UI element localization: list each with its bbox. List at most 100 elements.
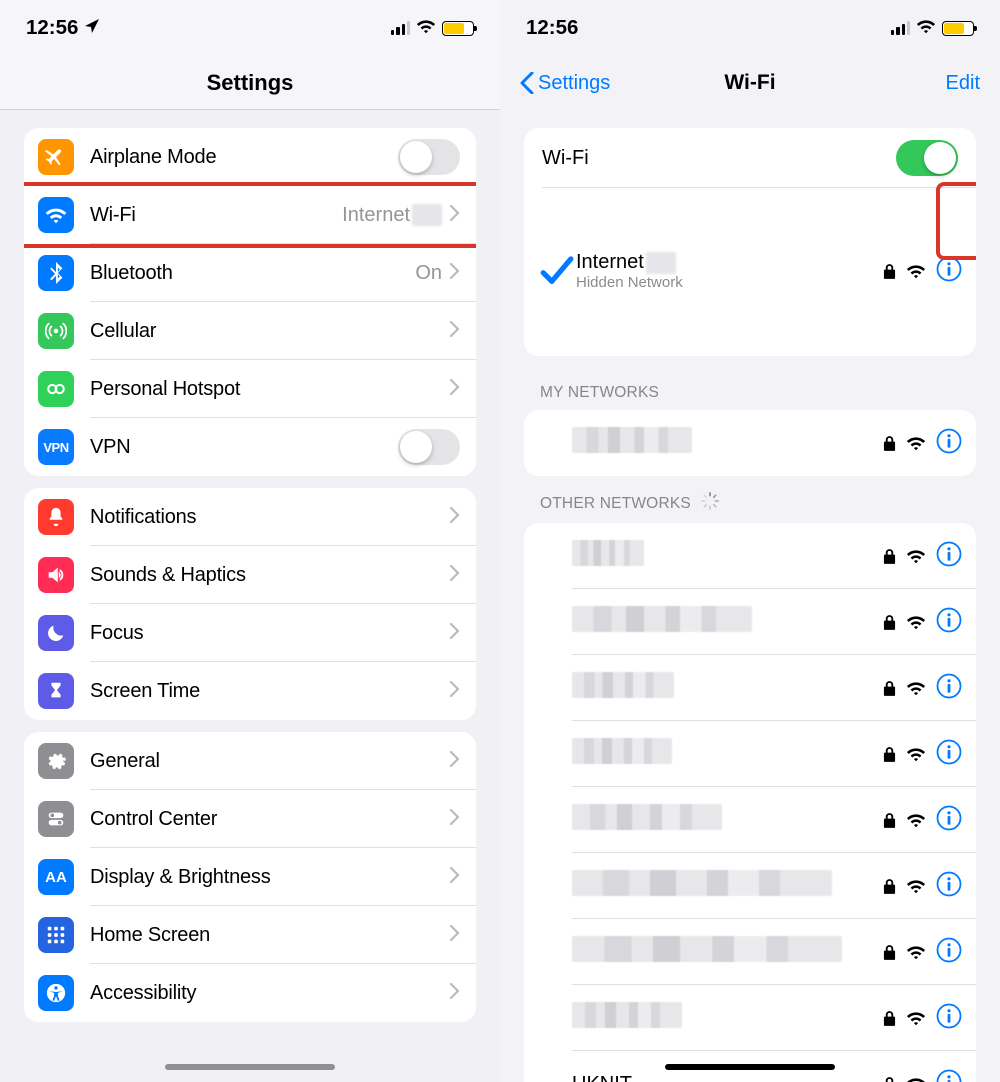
- info-button[interactable]: [936, 871, 962, 902]
- chevron-right-icon: [450, 321, 460, 342]
- network-row[interactable]: [524, 655, 976, 721]
- toggle[interactable]: [398, 139, 460, 175]
- settings-row-home-screen[interactable]: Home Screen: [24, 906, 476, 964]
- network-row[interactable]: [524, 919, 976, 985]
- row-value: Internet: [342, 204, 442, 227]
- wifi-toggle[interactable]: [896, 140, 958, 176]
- settings-row-cellular[interactable]: Cellular: [24, 302, 476, 360]
- bluetooth-icon: [38, 255, 74, 291]
- wifi-signal-icon: [906, 944, 926, 960]
- wifi-status-icon: [416, 16, 436, 40]
- settings-row-vpn[interactable]: VPNVPN: [24, 418, 476, 476]
- lock-icon: [883, 746, 896, 763]
- my-networks-list: [524, 410, 976, 476]
- settings-screen: 12:56 Settings Airplane ModeWi-FiInterne…: [0, 0, 500, 1082]
- chevron-right-icon: [450, 507, 460, 528]
- chevron-right-icon: [450, 205, 460, 226]
- chevron-right-icon: [450, 623, 460, 644]
- settings-row-notifications[interactable]: Notifications: [24, 488, 476, 546]
- wifi-toggle-row[interactable]: Wi-Fi: [524, 128, 976, 188]
- info-button[interactable]: [936, 739, 962, 770]
- settings-row-focus[interactable]: Focus: [24, 604, 476, 662]
- highlight-info-button: [936, 182, 976, 260]
- bell-icon: [38, 499, 74, 535]
- hourglass-icon: [38, 673, 74, 709]
- connected-network-text: Internet Hidden Network: [576, 250, 883, 292]
- edit-button[interactable]: Edit: [946, 72, 980, 95]
- battery-icon: [942, 21, 974, 36]
- row-value: On: [415, 262, 442, 285]
- network-row[interactable]: [524, 721, 976, 787]
- chevron-right-icon: [450, 925, 460, 946]
- info-button[interactable]: [936, 1003, 962, 1034]
- network-row[interactable]: [524, 523, 976, 589]
- vpn-icon: VPN: [38, 429, 74, 465]
- network-row[interactable]: [524, 853, 976, 919]
- row-label: Airplane Mode: [90, 146, 398, 169]
- connected-network-row[interactable]: Internet Hidden Network: [524, 188, 976, 356]
- info-button[interactable]: [936, 937, 962, 968]
- back-button[interactable]: Settings: [520, 72, 610, 95]
- wifi-status-icon: [916, 16, 936, 40]
- chevron-left-icon: [520, 72, 534, 94]
- network-row[interactable]: [524, 589, 976, 655]
- settings-row-airplane-mode[interactable]: Airplane Mode: [24, 128, 476, 186]
- settings-group-general: General Control CenterAADisplay & Brightn…: [24, 732, 476, 1022]
- home-indicator[interactable]: [665, 1064, 835, 1070]
- settings-row-screen-time[interactable]: Screen Time: [24, 662, 476, 720]
- network-row[interactable]: [524, 787, 976, 853]
- status-bar: 12:56: [500, 0, 1000, 56]
- row-label: Personal Hotspot: [90, 378, 450, 401]
- status-bar: 12:56: [0, 0, 500, 56]
- settings-row-personal-hotspot[interactable]: Personal Hotspot: [24, 360, 476, 418]
- cellular-icon: [38, 313, 74, 349]
- row-label: General: [90, 750, 450, 773]
- network-row[interactable]: [524, 985, 976, 1051]
- home-indicator[interactable]: [165, 1064, 335, 1070]
- toggle[interactable]: [398, 429, 460, 465]
- chevron-right-icon: [450, 867, 460, 888]
- row-label: Cellular: [90, 320, 450, 343]
- wifi-signal-icon: [906, 548, 926, 564]
- wifi-icon: [38, 197, 74, 233]
- lock-icon: [883, 548, 896, 565]
- cell-signal-icon: [891, 21, 910, 35]
- chevron-right-icon: [450, 809, 460, 830]
- chevron-right-icon: [450, 379, 460, 400]
- info-button[interactable]: [936, 607, 962, 638]
- settings-row-general[interactable]: General: [24, 732, 476, 790]
- wifi-label: Wi-Fi: [542, 147, 896, 170]
- info-button[interactable]: [936, 673, 962, 704]
- back-label: Settings: [538, 72, 610, 95]
- info-button[interactable]: [936, 256, 962, 287]
- row-label: Screen Time: [90, 680, 450, 703]
- settings-group-connectivity: Airplane Mode Wi-FiInternetBluetoothOn Cel…: [24, 128, 476, 476]
- check-icon: [538, 196, 576, 346]
- info-button[interactable]: [936, 805, 962, 836]
- chevron-right-icon: [450, 565, 460, 586]
- wifi-signal-icon: [906, 812, 926, 828]
- lock-icon: [883, 812, 896, 829]
- moon-icon: [38, 615, 74, 651]
- row-label: Notifications: [90, 506, 450, 529]
- info-button[interactable]: [936, 541, 962, 572]
- status-time: 12:56: [526, 16, 578, 40]
- wifi-main-card: Wi-Fi Internet Hidden Network: [524, 128, 976, 356]
- settings-row-sounds-haptics[interactable]: Sounds & Haptics: [24, 546, 476, 604]
- wifi-screen: 12:56 Settings Wi-Fi Edit Wi-Fi Internet: [500, 0, 1000, 1082]
- settings-row-display-brightness[interactable]: AADisplay & Brightness: [24, 848, 476, 906]
- wifi-signal-icon: [906, 1076, 926, 1082]
- settings-row-wi-fi[interactable]: Wi-FiInternet: [24, 186, 476, 244]
- settings-row-bluetooth[interactable]: BluetoothOn: [24, 244, 476, 302]
- network-row[interactable]: [524, 410, 976, 476]
- gear-icon: [38, 743, 74, 779]
- other-networks-list: UKNIT: [524, 523, 976, 1082]
- nav-bar: Settings Wi-Fi Edit: [500, 56, 1000, 110]
- info-button[interactable]: [936, 428, 962, 459]
- settings-row-control-center[interactable]: Control Center: [24, 790, 476, 848]
- row-label: Display & Brightness: [90, 866, 450, 889]
- airplane-icon: [38, 139, 74, 175]
- switches-icon: [38, 801, 74, 837]
- info-button[interactable]: [936, 1069, 962, 1082]
- settings-row-accessibility[interactable]: Accessibility: [24, 964, 476, 1022]
